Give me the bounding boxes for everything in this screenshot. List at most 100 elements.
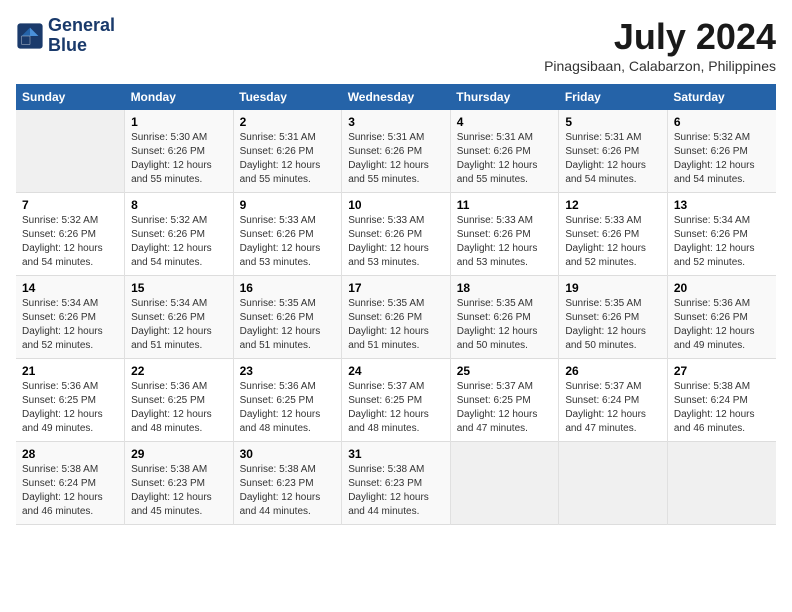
day-info: Sunrise: 5:33 AM Sunset: 6:26 PM Dayligh…: [348, 214, 444, 270]
day-info: Sunrise: 5:38 AM Sunset: 6:24 PM Dayligh…: [674, 380, 770, 436]
calendar-cell: 27 Sunrise: 5:38 AM Sunset: 6:24 PM Dayli…: [667, 359, 776, 442]
day-info: Sunrise: 5:36 AM Sunset: 6:25 PM Dayligh…: [131, 380, 227, 436]
day-number: 22: [131, 364, 227, 378]
week-row-3: 14 Sunrise: 5:34 AM Sunset: 6:26 PM Dayli…: [16, 276, 776, 359]
calendar-cell: 2 Sunrise: 5:31 AM Sunset: 6:26 PM Daylig…: [233, 110, 342, 193]
day-number: 29: [131, 447, 227, 461]
column-header-monday: Monday: [125, 84, 234, 110]
calendar-cell: 1Sunrise: 5:30 AM Sunset: 6:26 PM Daylig…: [125, 110, 234, 193]
calendar-cell: 8 Sunrise: 5:32 AM Sunset: 6:26 PM Daylig…: [125, 193, 234, 276]
logo-icon: [16, 22, 44, 50]
day-number: 1: [131, 115, 227, 129]
column-header-sunday: Sunday: [16, 84, 125, 110]
day-info: Sunrise: 5:36 AM Sunset: 6:25 PM Dayligh…: [240, 380, 336, 436]
day-number: 9: [240, 198, 336, 212]
calendar-cell: [16, 110, 125, 193]
day-info: Sunrise: 5:33 AM Sunset: 6:26 PM Dayligh…: [565, 214, 661, 270]
logo: General Blue: [16, 16, 115, 56]
calendar-cell: 19Sunrise: 5:35 AM Sunset: 6:26 PM Dayli…: [559, 276, 668, 359]
day-info: Sunrise: 5:38 AM Sunset: 6:23 PM Dayligh…: [131, 463, 227, 519]
header-row: SundayMondayTuesdayWednesdayThursdayFrid…: [16, 84, 776, 110]
day-info: Sunrise: 5:38 AM Sunset: 6:23 PM Dayligh…: [240, 463, 336, 519]
calendar-cell: 28 Sunrise: 5:38 AM Sunset: 6:24 PM Dayli…: [16, 442, 125, 525]
day-number: 12: [565, 198, 661, 212]
calendar-cell: 13Sunrise: 5:34 AM Sunset: 6:26 PM Dayli…: [667, 193, 776, 276]
day-info: Sunrise: 5:33 AM Sunset: 6:26 PM Dayligh…: [240, 214, 336, 270]
column-header-thursday: Thursday: [450, 84, 559, 110]
day-info: Sunrise: 5:34 AM Sunset: 6:26 PM Dayligh…: [131, 297, 227, 353]
day-number: 3: [348, 115, 444, 129]
day-number: 10: [348, 198, 444, 212]
day-info: Sunrise: 5:31 AM Sunset: 6:26 PM Dayligh…: [457, 131, 553, 187]
day-number: 31: [348, 447, 444, 461]
week-row-4: 21 Sunrise: 5:36 AM Sunset: 6:25 PM Dayli…: [16, 359, 776, 442]
day-number: 20: [674, 281, 770, 295]
day-number: 8: [131, 198, 227, 212]
calendar-cell: 6Sunrise: 5:32 AM Sunset: 6:26 PM Daylig…: [667, 110, 776, 193]
day-number: 23: [240, 364, 336, 378]
day-number: 17: [348, 281, 444, 295]
calendar-cell: 29 Sunrise: 5:38 AM Sunset: 6:23 PM Dayli…: [125, 442, 234, 525]
day-info: Sunrise: 5:36 AM Sunset: 6:26 PM Dayligh…: [674, 297, 770, 353]
day-number: 11: [457, 198, 553, 212]
day-info: Sunrise: 5:38 AM Sunset: 6:24 PM Dayligh…: [22, 463, 118, 519]
logo-line1: General: [48, 16, 115, 36]
day-info: Sunrise: 5:37 AM Sunset: 6:24 PM Dayligh…: [565, 380, 661, 436]
day-number: 15: [131, 281, 227, 295]
day-info: Sunrise: 5:31 AM Sunset: 6:26 PM Dayligh…: [348, 131, 444, 187]
day-info: Sunrise: 5:35 AM Sunset: 6:26 PM Dayligh…: [240, 297, 336, 353]
calendar-cell: 31 Sunrise: 5:38 AM Sunset: 6:23 PM Dayli…: [342, 442, 451, 525]
calendar-cell: 3 Sunrise: 5:31 AM Sunset: 6:26 PM Daylig…: [342, 110, 451, 193]
calendar-cell: 14 Sunrise: 5:34 AM Sunset: 6:26 PM Dayli…: [16, 276, 125, 359]
day-number: 24: [348, 364, 444, 378]
day-info: Sunrise: 5:36 AM Sunset: 6:25 PM Dayligh…: [22, 380, 118, 436]
week-row-2: 7Sunrise: 5:32 AM Sunset: 6:26 PM Daylig…: [16, 193, 776, 276]
day-number: 30: [240, 447, 336, 461]
calendar-cell: [667, 442, 776, 525]
calendar-cell: 21 Sunrise: 5:36 AM Sunset: 6:25 PM Dayli…: [16, 359, 125, 442]
day-number: 13: [674, 198, 770, 212]
day-number: 14: [22, 281, 118, 295]
day-info: Sunrise: 5:34 AM Sunset: 6:26 PM Dayligh…: [22, 297, 118, 353]
day-info: Sunrise: 5:32 AM Sunset: 6:26 PM Dayligh…: [131, 214, 227, 270]
day-number: 28: [22, 447, 118, 461]
calendar-cell: [559, 442, 668, 525]
calendar-cell: 18Sunrise: 5:35 AM Sunset: 6:26 PM Dayli…: [450, 276, 559, 359]
day-info: Sunrise: 5:31 AM Sunset: 6:26 PM Dayligh…: [565, 131, 661, 187]
column-header-friday: Friday: [559, 84, 668, 110]
calendar-cell: 5 Sunrise: 5:31 AM Sunset: 6:26 PM Daylig…: [559, 110, 668, 193]
calendar-cell: 26 Sunrise: 5:37 AM Sunset: 6:24 PM Dayli…: [559, 359, 668, 442]
day-number: 2: [240, 115, 336, 129]
day-number: 21: [22, 364, 118, 378]
calendar-cell: 30 Sunrise: 5:38 AM Sunset: 6:23 PM Dayli…: [233, 442, 342, 525]
day-number: 27: [674, 364, 770, 378]
calendar-cell: 15 Sunrise: 5:34 AM Sunset: 6:26 PM Dayli…: [125, 276, 234, 359]
calendar-cell: 22 Sunrise: 5:36 AM Sunset: 6:25 PM Dayli…: [125, 359, 234, 442]
logo-line2: Blue: [48, 36, 115, 56]
calendar-cell: 7Sunrise: 5:32 AM Sunset: 6:26 PM Daylig…: [16, 193, 125, 276]
calendar-cell: 12 Sunrise: 5:33 AM Sunset: 6:26 PM Dayli…: [559, 193, 668, 276]
main-title: July 2024: [544, 16, 776, 58]
subtitle: Pinagsibaan, Calabarzon, Philippines: [544, 58, 776, 74]
calendar-cell: 9 Sunrise: 5:33 AM Sunset: 6:26 PM Daylig…: [233, 193, 342, 276]
day-number: 4: [457, 115, 553, 129]
day-info: Sunrise: 5:31 AM Sunset: 6:26 PM Dayligh…: [240, 131, 336, 187]
calendar-cell: 16 Sunrise: 5:35 AM Sunset: 6:26 PM Dayli…: [233, 276, 342, 359]
day-info: Sunrise: 5:38 AM Sunset: 6:23 PM Dayligh…: [348, 463, 444, 519]
day-number: 26: [565, 364, 661, 378]
day-info: Sunrise: 5:33 AM Sunset: 6:26 PM Dayligh…: [457, 214, 553, 270]
title-area: July 2024 Pinagsibaan, Calabarzon, Phili…: [544, 16, 776, 74]
calendar-cell: 17 Sunrise: 5:35 AM Sunset: 6:26 PM Dayli…: [342, 276, 451, 359]
day-number: 6: [674, 115, 770, 129]
day-info: Sunrise: 5:37 AM Sunset: 6:25 PM Dayligh…: [457, 380, 553, 436]
day-info: Sunrise: 5:35 AM Sunset: 6:26 PM Dayligh…: [457, 297, 553, 353]
calendar-cell: 25 Sunrise: 5:37 AM Sunset: 6:25 PM Dayli…: [450, 359, 559, 442]
day-number: 16: [240, 281, 336, 295]
day-number: 25: [457, 364, 553, 378]
calendar-cell: [450, 442, 559, 525]
column-header-tuesday: Tuesday: [233, 84, 342, 110]
day-number: 5: [565, 115, 661, 129]
column-header-wednesday: Wednesday: [342, 84, 451, 110]
day-info: Sunrise: 5:35 AM Sunset: 6:26 PM Dayligh…: [348, 297, 444, 353]
day-info: Sunrise: 5:35 AM Sunset: 6:26 PM Dayligh…: [565, 297, 661, 353]
